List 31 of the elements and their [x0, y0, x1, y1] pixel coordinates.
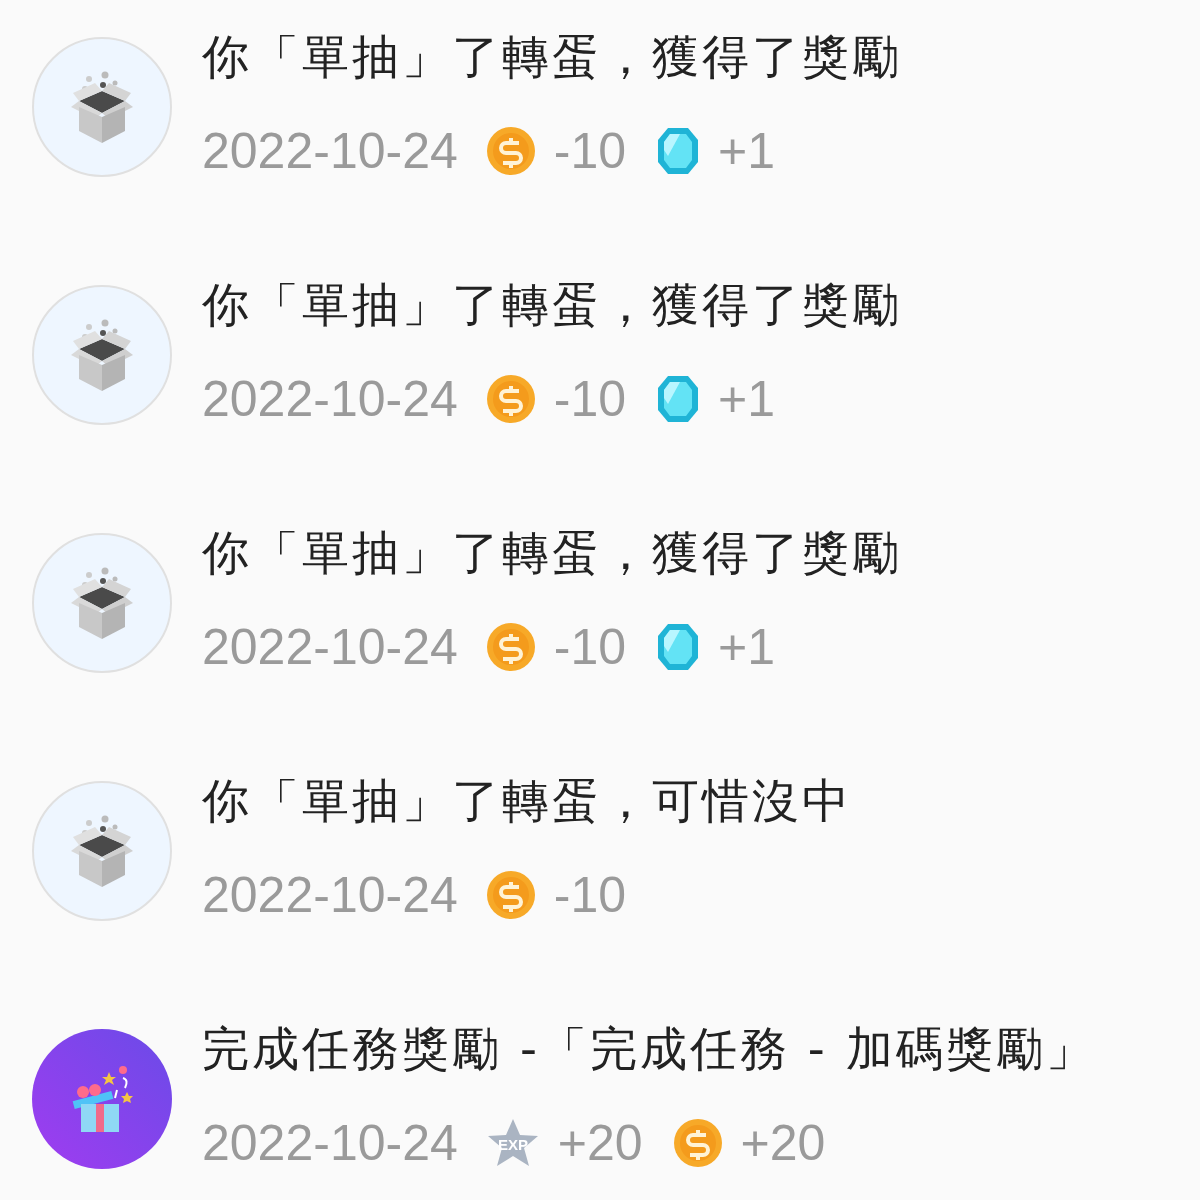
record-title: 你「單抽」了轉蛋，獲得了獎勵: [202, 277, 902, 333]
reward-amount: +1: [718, 371, 776, 427]
coin-icon: [485, 622, 536, 672]
reward-amount: -10: [553, 371, 627, 427]
open-box-icon: [69, 69, 135, 145]
coin-icon: [485, 870, 536, 920]
gem-icon: [656, 126, 701, 176]
record-date: 2022-10-24: [202, 867, 458, 923]
reward-amount: -10: [553, 123, 627, 179]
coin-icon: [672, 1118, 723, 1168]
record-date: 2022-10-24: [202, 619, 458, 675]
reward-amount: +20: [740, 1115, 826, 1171]
record-title: 你「單抽」了轉蛋，獲得了獎勵: [202, 525, 902, 581]
gem-icon: [656, 374, 701, 424]
record-date: 2022-10-24: [202, 123, 458, 179]
record-date: 2022-10-24: [202, 1115, 458, 1171]
reward-amount: +20: [557, 1115, 643, 1171]
record-title: 你「單抽」了轉蛋，可惜沒中: [202, 773, 852, 829]
open-box-icon: [69, 565, 135, 641]
reward-amount: -10: [553, 619, 627, 675]
gem-icon: [656, 622, 701, 672]
reward-amount: +1: [718, 619, 776, 675]
coin-icon: [485, 374, 536, 424]
coin-icon: [485, 126, 536, 176]
open-box-icon: [69, 813, 135, 889]
open-box-icon: [69, 317, 135, 393]
record-title: 完成任務獎勵 -「完成任務 - 加碼獎勵」: [202, 1021, 1096, 1077]
record-title: 你「單抽」了轉蛋，獲得了獎勵: [202, 29, 902, 85]
reward-amount: -10: [553, 867, 627, 923]
reward-amount: +1: [718, 123, 776, 179]
record-date: 2022-10-24: [202, 371, 458, 427]
